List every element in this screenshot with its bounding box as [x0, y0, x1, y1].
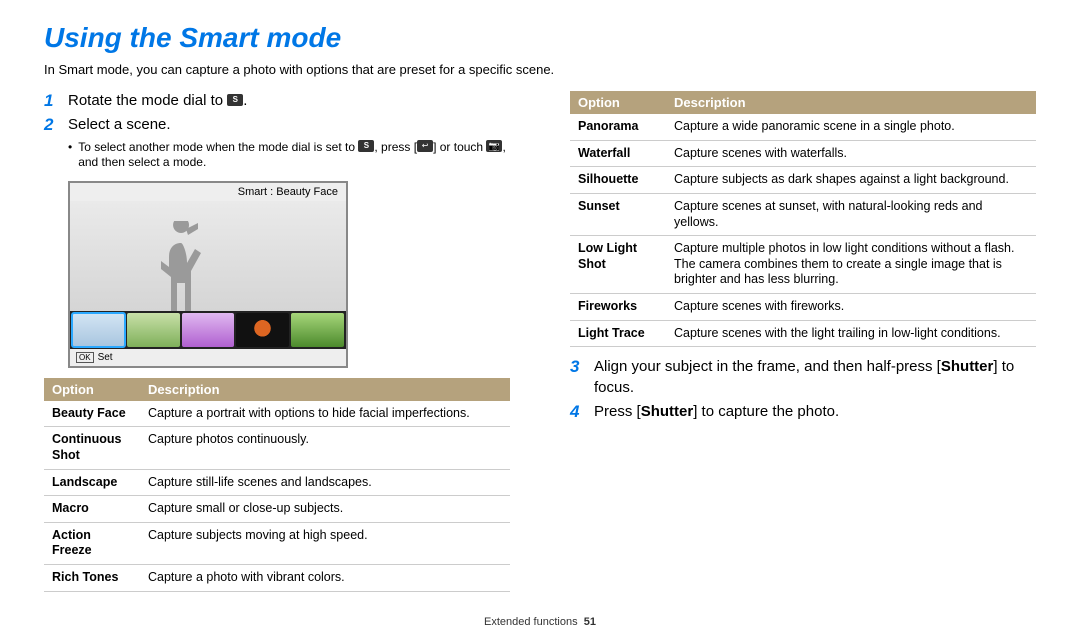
opt-desc: Capture a photo with vibrant colors. — [140, 565, 510, 592]
left-column: 1 Rotate the mode dial to S. 2 Select a … — [44, 91, 510, 602]
opt-desc: Capture a wide panoramic scene in a sing… — [666, 114, 1036, 140]
step-3: 3 Align your subject in the frame, and t… — [570, 357, 1036, 398]
step-3-text-a: Align your subject in the frame, and the… — [594, 358, 941, 375]
mode-dial-s-icon: S — [227, 94, 243, 106]
opt-name: Panorama — [570, 114, 666, 140]
opt-name: Silhouette — [570, 167, 666, 194]
opt-desc: Capture photos continuously. — [140, 427, 510, 469]
table-row: MacroCapture small or close-up subjects. — [44, 496, 510, 523]
opt-name: Low Light Shot — [570, 236, 666, 294]
opt-desc: Capture scenes with the light trailing i… — [666, 320, 1036, 347]
step-body: Select a scene. — [68, 115, 510, 135]
opt-name: Fireworks — [570, 294, 666, 321]
mode-dial-s-icon: S — [358, 140, 374, 152]
th-option: Option — [44, 378, 140, 401]
columns: 1 Rotate the mode dial to S. 2 Select a … — [44, 91, 1036, 602]
opt-desc: Capture scenes with waterfalls. — [666, 140, 1036, 167]
footer-page-number: 51 — [584, 616, 596, 628]
step-2: 2 Select a scene. — [44, 115, 510, 135]
opt-name: Landscape — [44, 469, 140, 496]
step-number: 4 — [570, 402, 594, 422]
opt-name: Beauty Face — [44, 401, 140, 427]
step-2-text: Select a scene. — [68, 116, 171, 133]
table-row: Low Light ShotCapture multiple photos in… — [570, 236, 1036, 294]
lcd-preview: Smart : Beauty Face OK Set — [68, 181, 348, 368]
page-footer: Extended functions 51 — [44, 616, 1036, 628]
table-row: WaterfallCapture scenes with waterfalls. — [570, 140, 1036, 167]
step-number: 1 — [44, 91, 68, 111]
intro-text: In Smart mode, you can capture a photo w… — [44, 62, 1036, 77]
table-row: Beauty FaceCapture a portrait with optio… — [44, 401, 510, 427]
table-row: Continuous ShotCapture photos continuous… — [44, 427, 510, 469]
opt-desc: Capture a portrait with options to hide … — [140, 401, 510, 427]
thumb — [182, 313, 235, 347]
lcd-thumbnails — [70, 311, 346, 349]
lcd-scene — [70, 201, 346, 311]
table-row: FireworksCapture scenes with fireworks. — [570, 294, 1036, 321]
th-description: Description — [140, 378, 510, 401]
step-1-text: Rotate the mode dial to — [68, 92, 223, 109]
table-row: LandscapeCapture still-life scenes and l… — [44, 469, 510, 496]
opt-name: Rich Tones — [44, 565, 140, 592]
step-body: Press [Shutter] to capture the photo. — [594, 402, 1036, 422]
thumb-selected — [72, 313, 125, 347]
table-row: Light TraceCapture scenes with the light… — [570, 320, 1036, 347]
opt-desc: Capture small or close-up subjects. — [140, 496, 510, 523]
thumb — [127, 313, 180, 347]
step-4: 4 Press [Shutter] to capture the photo. — [570, 402, 1036, 422]
table-row: Action FreezeCapture subjects moving at … — [44, 522, 510, 564]
step-body: Rotate the mode dial to S. — [68, 91, 510, 111]
lcd-set-label: Set — [98, 352, 113, 363]
opt-name: Waterfall — [570, 140, 666, 167]
step-2-bullet: To select another mode when the mode dia… — [68, 140, 510, 171]
table-row: Rich TonesCapture a photo with vibrant c… — [44, 565, 510, 592]
options-table-right: Option Description PanoramaCapture a wid… — [570, 91, 1036, 347]
step-1-tail: . — [243, 92, 247, 109]
table-row: PanoramaCapture a wide panoramic scene i… — [570, 114, 1036, 140]
table-row: SunsetCapture scenes at sunset, with nat… — [570, 193, 1036, 235]
lcd-footer: OK Set — [70, 349, 346, 366]
opt-desc: Capture subjects as dark shapes against … — [666, 167, 1036, 194]
shutter-label: Shutter — [941, 358, 994, 375]
opt-name: Action Freeze — [44, 522, 140, 564]
bullet-text-b: , press [ — [374, 140, 417, 154]
ok-icon: OK — [76, 352, 94, 363]
step-4-text-b: ] to capture the photo. — [693, 403, 839, 420]
step-1: 1 Rotate the mode dial to S. — [44, 91, 510, 111]
camera-icon — [486, 140, 502, 152]
th-description: Description — [666, 91, 1036, 114]
opt-desc: Capture scenes at sunset, with natural-l… — [666, 193, 1036, 235]
options-table-left: Option Description Beauty FaceCapture a … — [44, 378, 510, 592]
thumb — [291, 313, 344, 347]
opt-name: Light Trace — [570, 320, 666, 347]
page: Using the Smart mode In Smart mode, you … — [0, 0, 1080, 638]
th-option: Option — [570, 91, 666, 114]
opt-name: Continuous Shot — [44, 427, 140, 469]
step-number: 3 — [570, 357, 594, 398]
step-body: Align your subject in the frame, and the… — [594, 357, 1036, 398]
bullet-text-a: To select another mode when the mode dia… — [78, 140, 355, 154]
opt-desc: Capture still-life scenes and landscapes… — [140, 469, 510, 496]
step-number: 2 — [44, 115, 68, 135]
shutter-label: Shutter — [641, 403, 694, 420]
page-title: Using the Smart mode — [44, 22, 1036, 54]
return-icon — [417, 140, 433, 152]
opt-name: Macro — [44, 496, 140, 523]
table-row: SilhouetteCapture subjects as dark shape… — [570, 167, 1036, 194]
opt-desc: Capture subjects moving at high speed. — [140, 522, 510, 564]
person-silhouette-icon — [156, 221, 206, 311]
thumb — [236, 313, 289, 347]
lcd-mode-label: Smart : Beauty Face — [70, 183, 346, 201]
opt-desc: Capture scenes with fireworks. — [666, 294, 1036, 321]
opt-name: Sunset — [570, 193, 666, 235]
step-4-text-a: Press [ — [594, 403, 641, 420]
footer-section: Extended functions — [484, 616, 578, 628]
bullet-text-c: ] or touch — [433, 140, 483, 154]
right-column: Option Description PanoramaCapture a wid… — [570, 91, 1036, 602]
opt-desc: Capture multiple photos in low light con… — [666, 236, 1036, 294]
